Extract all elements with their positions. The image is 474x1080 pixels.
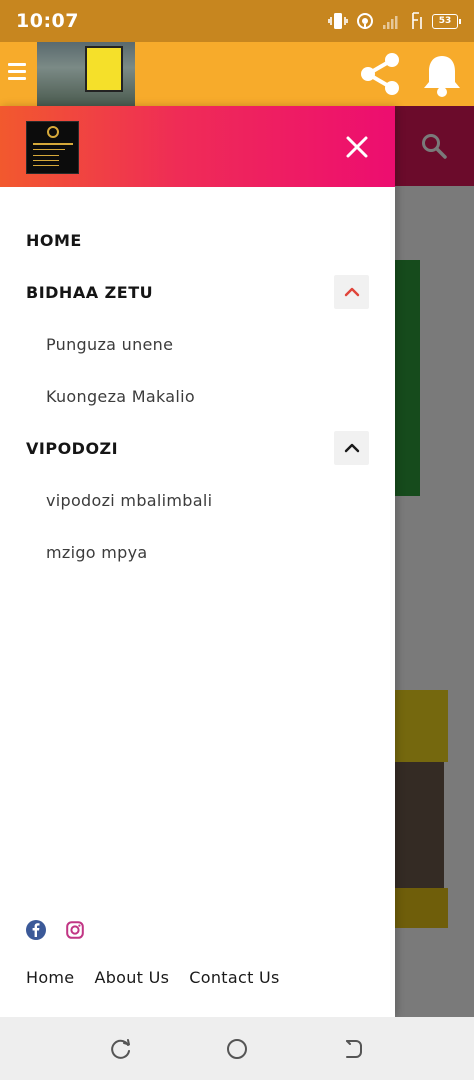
bell-icon[interactable] — [420, 52, 464, 98]
instagram-icon[interactable] — [66, 921, 84, 939]
menu-item-kuongeza-makalio-label: Kuongeza Makalio — [46, 386, 195, 406]
menu-item-mzigo-mpya-label: mzigo mpya — [46, 542, 148, 562]
menu-item-vipodozi-mbalimbali-label: vipodozi mbalimbali — [46, 490, 213, 510]
navigation-drawer: HOME BIDHAA ZETU Punguza unene Kuongeza … — [0, 106, 395, 1017]
menu-item-home-label: HOME — [26, 230, 82, 250]
menu-item-vipodozi[interactable]: VIPODOZI — [0, 422, 395, 474]
menu-item-mzigo-mpya[interactable]: mzigo mpya — [0, 526, 395, 578]
hotspot-icon — [357, 13, 373, 29]
back-icon[interactable] — [341, 1037, 365, 1061]
chevron-up-icon — [344, 287, 359, 297]
share-icon[interactable] — [356, 50, 404, 98]
menu-item-vipodozi-mbalimbali[interactable]: vipodozi mbalimbali — [0, 474, 395, 526]
footer-links: Home About Us Contact Us — [26, 968, 280, 987]
menu-item-bidhaa-zetu-label: BIDHAA ZETU — [26, 282, 154, 302]
vibrate-icon — [328, 13, 348, 29]
menu-item-home[interactable]: HOME — [0, 214, 395, 266]
app-bar — [0, 42, 474, 106]
drawer-menu: HOME BIDHAA ZETU Punguza unene Kuongeza … — [0, 214, 395, 578]
menu-item-bidhaa-zetu[interactable]: BIDHAA ZETU — [0, 266, 395, 318]
status-icons: 53 — [328, 11, 461, 31]
menu-item-vipodozi-label: VIPODOZI — [26, 438, 119, 458]
facebook-icon[interactable] — [26, 920, 46, 940]
bidhaa-zetu-toggle[interactable] — [334, 275, 369, 309]
chevron-up-icon — [344, 443, 359, 453]
footer-link-home[interactable]: Home — [26, 968, 74, 987]
drawer-logo[interactable] — [26, 121, 79, 174]
signal-icon — [383, 16, 398, 29]
battery-level: 53 — [438, 15, 452, 26]
hamburger-icon[interactable] — [8, 59, 30, 89]
volte-icon — [412, 12, 422, 29]
battery-icon: 53 — [432, 13, 461, 29]
footer-link-about[interactable]: About Us — [94, 968, 169, 987]
menu-item-punguza-unene-label: Punguza unene — [46, 334, 174, 354]
menu-item-punguza-unene[interactable]: Punguza unene — [0, 318, 395, 370]
home-circle-icon[interactable] — [225, 1037, 249, 1061]
social-links — [26, 920, 84, 940]
drawer-header — [0, 106, 395, 187]
status-time: 10:07 — [16, 10, 79, 32]
menu-item-kuongeza-makalio[interactable]: Kuongeza Makalio — [0, 370, 395, 422]
system-nav-bar — [0, 1017, 474, 1080]
status-bar: 10:07 53 — [0, 0, 474, 42]
header-logo[interactable] — [37, 42, 135, 106]
footer-link-contact[interactable]: Contact Us — [189, 968, 279, 987]
recents-icon[interactable] — [109, 1037, 133, 1061]
vipodozi-toggle[interactable] — [334, 431, 369, 465]
close-icon[interactable] — [343, 133, 371, 161]
